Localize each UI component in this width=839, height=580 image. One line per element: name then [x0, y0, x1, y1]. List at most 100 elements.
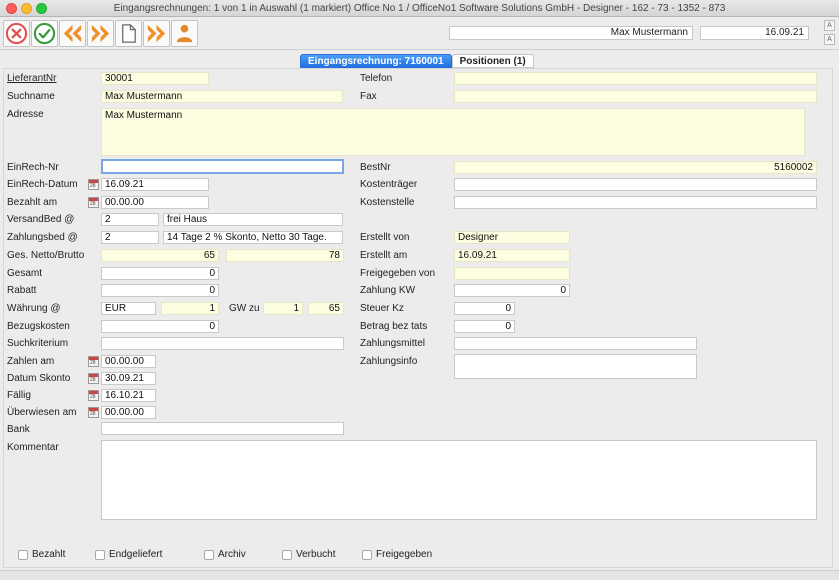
- bezugskosten-label: Bezugskosten: [7, 321, 70, 332]
- zahlungsmittel-field[interactable]: [454, 337, 697, 350]
- waehrung-code-field[interactable]: EUR: [101, 302, 156, 315]
- cancel-button[interactable]: [3, 20, 30, 47]
- archiv-checkbox-label: Archiv: [218, 549, 246, 560]
- calendar-icon[interactable]: [88, 197, 99, 208]
- calendar-icon[interactable]: [88, 356, 99, 367]
- gesamt-label: Gesamt: [7, 268, 43, 279]
- toolbar: Max Mustermann 16.09.21 A A: [0, 17, 839, 50]
- zahlung-kw-label: Zahlung KW: [360, 285, 416, 296]
- betrag-bez-tats-field[interactable]: 0: [454, 320, 515, 333]
- waehrung-label[interactable]: Währung @: [7, 302, 61, 315]
- zahlungsbed-text-field[interactable]: 14 Tage 2 % Skonto, Netto 30 Tage.: [163, 231, 343, 244]
- adresse-field[interactable]: Max Mustermann: [101, 108, 805, 156]
- einrech-datum-label: EinRech-Datum: [7, 179, 78, 190]
- telefon-field[interactable]: [454, 72, 817, 85]
- tab-eingangsrechnung[interactable]: Eingangsrechnung: 7160001: [300, 54, 452, 68]
- endgeliefert-checkbox[interactable]: [95, 550, 105, 560]
- calendar-icon[interactable]: [88, 179, 99, 190]
- versandbed-code-field[interactable]: 2: [101, 213, 159, 226]
- tab-positionen[interactable]: Positionen (1): [451, 54, 534, 68]
- zahlungsmittel-label: Zahlungsmittel: [360, 338, 426, 349]
- adresse-label: Adresse: [7, 109, 44, 120]
- user-button[interactable]: [171, 20, 198, 47]
- einrech-nr-input[interactable]: [101, 159, 344, 174]
- forward-button[interactable]: [143, 20, 170, 47]
- kostenstelle-field[interactable]: [454, 196, 817, 209]
- kostentraeger-field[interactable]: [454, 178, 817, 191]
- endgeliefert-checkbox-label: Endgeliefert: [109, 549, 163, 560]
- current-date-field: 16.09.21: [700, 26, 809, 40]
- fax-field[interactable]: [454, 90, 817, 103]
- ges-netto-field: 65: [101, 249, 219, 262]
- bezahlt-checkbox-label: Bezahlt: [32, 549, 66, 560]
- best-nr-label: BestNr: [360, 162, 391, 173]
- suchname-label: Suchname: [7, 91, 55, 102]
- ueberwiesen-am-label: Überwiesen am: [7, 407, 77, 418]
- window-bottom-bar: [0, 570, 839, 580]
- document-icon: [122, 24, 136, 43]
- gesamt-field[interactable]: 0: [101, 267, 219, 280]
- steuer-kz-field[interactable]: 0: [454, 302, 515, 315]
- datum-skonto-field[interactable]: 30.09.21: [101, 372, 156, 385]
- versandbed-text-field[interactable]: frei Haus: [163, 213, 343, 226]
- invoice-form-panel: LieferantNr 30001 Suchname Max Musterman…: [3, 68, 833, 568]
- double-chevron-left-icon: [63, 24, 82, 43]
- bank-field[interactable]: [101, 422, 344, 435]
- gw-value-field: 65: [308, 302, 344, 315]
- bezahlt-am-field[interactable]: 00.00.00: [101, 196, 209, 209]
- calendar-icon[interactable]: [88, 407, 99, 418]
- verbucht-checkbox[interactable]: [282, 550, 292, 560]
- confirm-button[interactable]: [31, 20, 58, 47]
- zoom-window-button[interactable]: [36, 3, 47, 14]
- check-circle-icon: [33, 22, 56, 45]
- ges-netto-brutto-label: Ges. Netto/Brutto: [7, 250, 85, 261]
- fast-forward-icon: [147, 24, 166, 43]
- suchkriterium-field[interactable]: [101, 337, 344, 350]
- versandbed-label[interactable]: VersandBed @: [7, 213, 74, 226]
- bezahlt-checkbox[interactable]: [18, 550, 28, 560]
- kommentar-label: Kommentar: [7, 442, 59, 453]
- suchname-field[interactable]: Max Mustermann: [101, 90, 343, 103]
- fax-label: Fax: [360, 91, 377, 102]
- faellig-field[interactable]: 16.10.21: [101, 389, 156, 402]
- rabatt-field[interactable]: 0: [101, 284, 219, 297]
- gw-zu-label: GW zu: [229, 303, 260, 314]
- faellig-label: Fällig: [7, 390, 31, 401]
- minimize-window-button[interactable]: [21, 3, 32, 14]
- lieferant-nr-label[interactable]: LieferantNr: [7, 72, 56, 85]
- new-document-button[interactable]: [115, 20, 142, 47]
- zahlungsbed-label[interactable]: Zahlungsbed @: [7, 231, 78, 244]
- lieferant-nr-field[interactable]: 30001: [101, 72, 209, 85]
- window-title: Eingangsrechnungen: 1 von 1 in Auswahl (…: [113, 3, 726, 14]
- freigegeben-von-field: [454, 267, 570, 280]
- kostentraeger-label: Kostenträger: [360, 179, 418, 190]
- archiv-checkbox[interactable]: [204, 550, 214, 560]
- kostenstelle-label: Kostenstelle: [360, 197, 415, 208]
- freigegeben-checkbox[interactable]: [362, 550, 372, 560]
- zahlungsinfo-field[interactable]: [454, 354, 697, 379]
- waehrung-factor-field: 1: [161, 302, 219, 315]
- current-user-field: Max Mustermann: [449, 26, 693, 40]
- kommentar-field[interactable]: [101, 440, 817, 520]
- einrech-datum-field[interactable]: 16.09.21: [101, 178, 209, 191]
- bezahlt-am-label: Bezahlt am: [7, 197, 58, 208]
- best-nr-field[interactable]: 5160002: [454, 161, 817, 174]
- close-window-button[interactable]: [6, 3, 17, 14]
- steuer-kz-label: Steuer Kz: [360, 303, 404, 314]
- zahlung-kw-field[interactable]: 0: [454, 284, 570, 297]
- zahlen-am-field[interactable]: 00.00.00: [101, 355, 156, 368]
- calendar-icon[interactable]: [88, 390, 99, 401]
- zahlungsinfo-label: Zahlungsinfo: [360, 356, 418, 367]
- bezugskosten-field[interactable]: 0: [101, 320, 219, 333]
- rabatt-label: Rabatt: [7, 285, 37, 296]
- next-button[interactable]: [87, 20, 114, 47]
- gw-factor-field: 1: [263, 302, 303, 315]
- calendar-icon[interactable]: [88, 373, 99, 384]
- zahlungsbed-code-field[interactable]: 2: [101, 231, 159, 244]
- zoom-in-icon[interactable]: A: [824, 20, 835, 31]
- ueberwiesen-am-field[interactable]: 00.00.00: [101, 406, 156, 419]
- zoom-out-icon[interactable]: A: [824, 34, 835, 45]
- tab-bar: Eingangsrechnung: 7160001 Positionen (1): [300, 54, 534, 68]
- previous-button[interactable]: [59, 20, 86, 47]
- freigegeben-checkbox-label: Freigegeben: [376, 549, 433, 560]
